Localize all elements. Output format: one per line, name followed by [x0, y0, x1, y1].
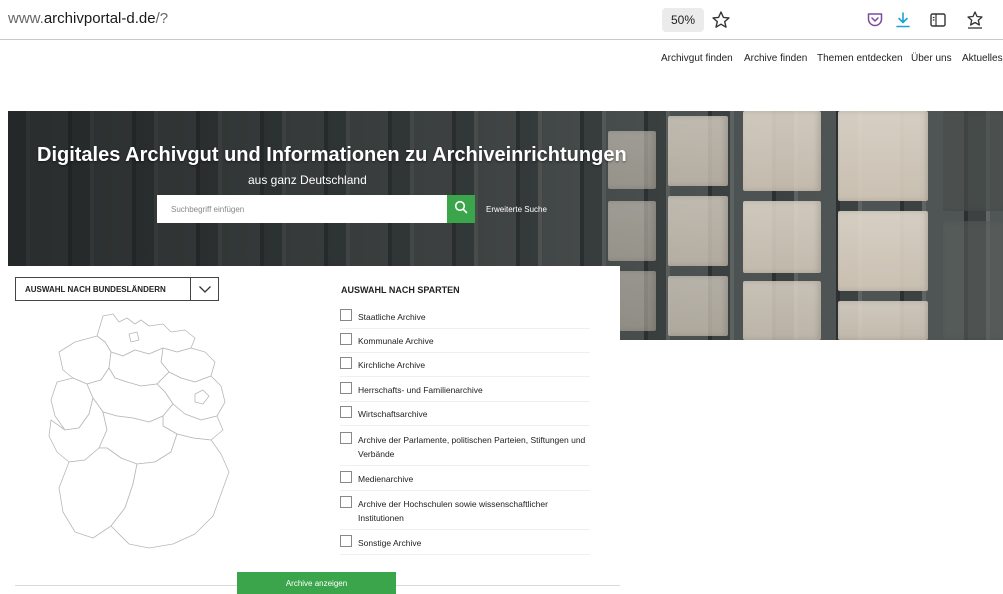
sparte-option[interactable]: Archive der Parlamente, politischen Part…: [340, 432, 590, 466]
sparte-label: Kirchliche Archive: [358, 360, 426, 370]
checkbox[interactable]: [340, 382, 352, 394]
hero-subtitle: aus ganz Deutschland: [248, 173, 367, 187]
hero-title: Digitales Archivgut und Informationen zu…: [37, 144, 627, 166]
checkbox[interactable]: [340, 333, 352, 345]
checkbox[interactable]: [340, 406, 352, 418]
checkbox[interactable]: [340, 471, 352, 483]
url-path: /?: [155, 10, 169, 27]
search-input[interactable]: [157, 195, 447, 223]
search-button[interactable]: [447, 195, 475, 223]
url-field[interactable]: www.archivportal-d.de/?: [8, 10, 168, 27]
url-domain: archivportal-d.de: [43, 10, 156, 27]
germany-map[interactable]: [45, 312, 245, 562]
search-box: [157, 195, 447, 223]
archive-shelves-image: [568, 111, 1003, 340]
bundeslaender-select-label: AUSWAHL NACH BUNDESLÄNDERN: [25, 285, 166, 294]
nav-item-archive-finden[interactable]: Archive finden: [744, 53, 807, 64]
sparten-title: AUSWAHL NACH SPARTEN: [341, 285, 460, 295]
sparte-label: Sonstige Archive: [358, 538, 422, 548]
nav-item-themen-entdecken[interactable]: Themen entdecken: [817, 53, 903, 64]
sparte-option[interactable]: Archive der Hochschulen sowie wissenscha…: [340, 496, 590, 530]
search-icon: [454, 200, 468, 219]
sparte-label: Wirtschaftsarchive: [358, 409, 428, 419]
nav-item-archivgut-finden[interactable]: Archivgut finden: [661, 53, 733, 64]
sparte-option[interactable]: Kirchliche Archive: [340, 357, 590, 377]
nav-item-aktuelles[interactable]: Aktuelles: [962, 53, 1003, 64]
divider-left: [15, 585, 237, 586]
sparte-label: Kommunale Archive: [358, 336, 434, 346]
checkbox[interactable]: [340, 432, 352, 444]
checkbox[interactable]: [340, 309, 352, 321]
sparte-option[interactable]: Staatliche Archive: [340, 309, 590, 329]
reader-view-icon[interactable]: [926, 8, 950, 32]
map-region-city-2: [128, 331, 140, 343]
show-archives-button[interactable]: Archive anzeigen: [237, 572, 396, 594]
sparte-option[interactable]: Medienarchive: [340, 471, 590, 491]
divider-right: [396, 585, 620, 586]
bookmarks-icon[interactable]: [963, 8, 987, 32]
sparte-option[interactable]: Wirtschaftsarchive: [340, 406, 590, 426]
sparte-option[interactable]: Sonstige Archive: [340, 535, 590, 555]
checkbox[interactable]: [340, 357, 352, 369]
sparte-label: Medienarchive: [358, 474, 414, 484]
browser-toolbar: www.archivportal-d.de/? 50%: [0, 0, 1003, 40]
download-icon[interactable]: [891, 8, 915, 32]
checkbox[interactable]: [340, 496, 352, 508]
pocket-icon[interactable]: [863, 8, 887, 32]
page: www.archivportal-d.de/? 50% Archivgut fi…: [0, 0, 1003, 594]
sparte-label: Archive der Parlamente, politischen Part…: [358, 435, 586, 459]
advanced-search-link[interactable]: Erweiterte Suche: [486, 205, 547, 214]
sparte-option[interactable]: Herrschafts- und Familienarchive: [340, 382, 590, 402]
url-prefix: www.: [8, 10, 44, 27]
checkbox[interactable]: [340, 535, 352, 547]
nav-item-ueber-uns[interactable]: Über uns: [911, 53, 952, 64]
bundeslaender-select[interactable]: AUSWAHL NACH BUNDESLÄNDERN: [15, 277, 219, 301]
map-region-north: [96, 313, 196, 357]
main-navigation: Archivgut finden Archive finden Themen e…: [640, 53, 1003, 69]
sparte-label: Archive der Hochschulen sowie wissenscha…: [358, 499, 548, 523]
zoom-level-badge[interactable]: 50%: [662, 8, 704, 32]
star-icon[interactable]: [709, 8, 733, 32]
sparte-option[interactable]: Kommunale Archive: [340, 333, 590, 353]
sparte-label: Herrschafts- und Familienarchive: [358, 385, 483, 395]
sparte-label: Staatliche Archive: [358, 312, 426, 322]
chevron-down-icon: [190, 278, 219, 300]
